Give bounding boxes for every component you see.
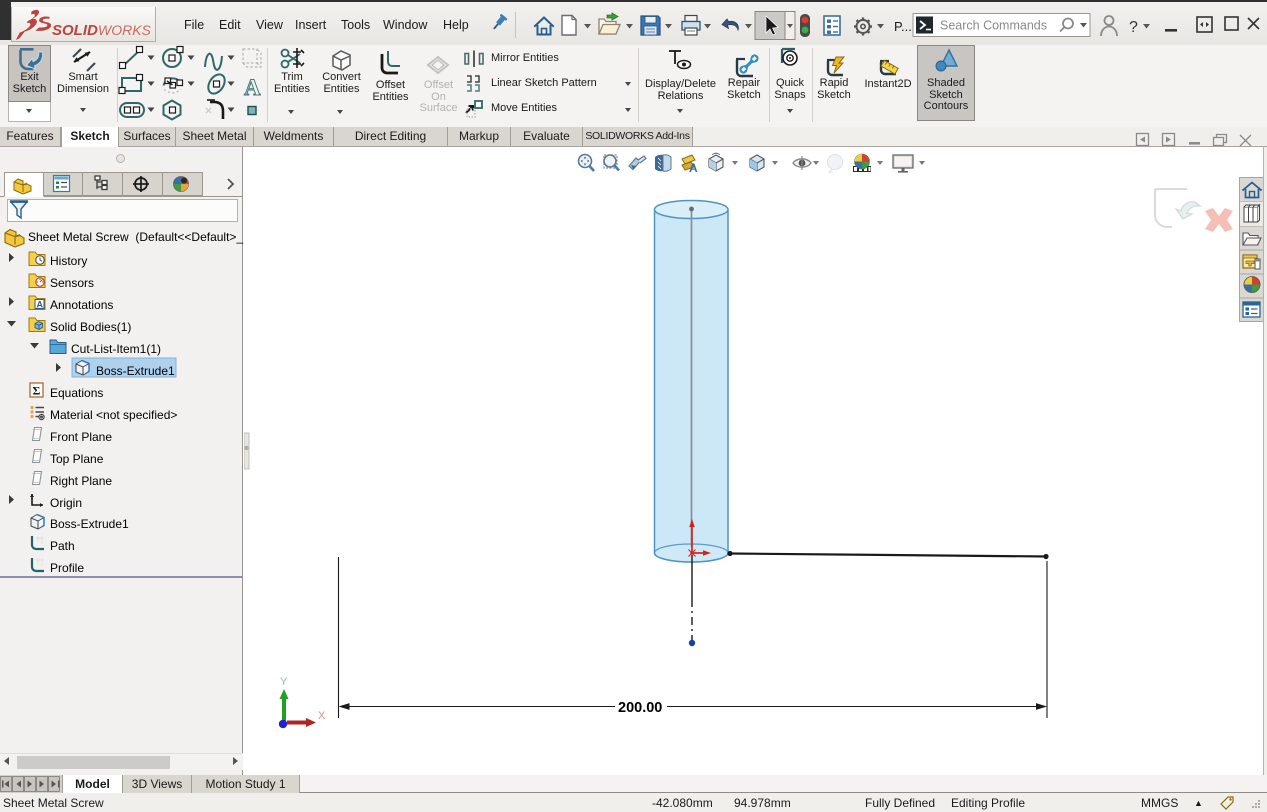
svg-text:WORKS: WORKS [98,22,152,38]
svg-text:P...: P... [894,19,912,34]
svg-text:Search Commands: Search Commands [940,19,1047,33]
svg-text:Y: Y [280,676,288,688]
svg-text:SOLID: SOLID [52,22,98,39]
svg-text:?: ? [1129,19,1138,36]
svg-text:200.00: 200.00 [618,700,662,716]
svg-text:A: A [244,75,261,100]
svg-text:X: X [318,710,326,722]
svg-text:A: A [689,161,698,175]
